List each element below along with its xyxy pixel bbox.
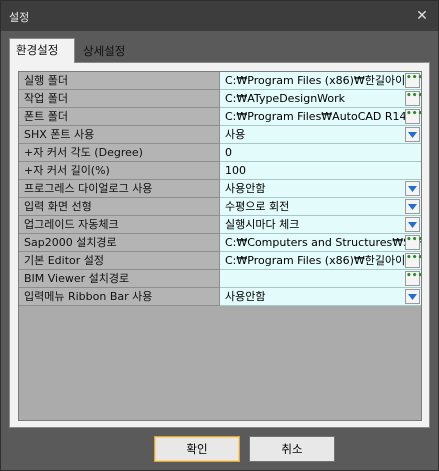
property-label: 입력메뉴 Ribbon Bar 사용	[19, 288, 220, 306]
property-value-text: 수평으로 회전	[225, 200, 290, 213]
property-value-text: 0	[225, 146, 232, 159]
tab-panel: 실행 폴더 C:₩Program Files (x86)₩한길아이E••• 작업…	[9, 62, 430, 428]
chevron-down-icon[interactable]	[405, 181, 420, 196]
ok-button[interactable]: 확인	[154, 436, 240, 462]
property-label: 입력 화면 선형	[19, 198, 220, 216]
property-label: 폰트 폴더	[19, 108, 220, 126]
chevron-down-icon[interactable]	[405, 127, 420, 142]
chevron-down-icon[interactable]	[405, 199, 420, 214]
property-row-cursor-angle: +자 커서 각도 (Degree) 0	[19, 144, 421, 162]
property-value-text: 사용안함	[225, 182, 266, 195]
chevron-down-icon[interactable]	[405, 289, 420, 304]
property-grid: 실행 폴더 C:₩Program Files (x86)₩한길아이E••• 작업…	[18, 71, 422, 421]
tab-strip: 환경설정 상세설정	[9, 38, 429, 63]
property-row-cursor-length: +자 커서 길이(%) 100	[19, 162, 421, 180]
property-value-text: 100	[225, 164, 246, 177]
property-row-ribbon-bar: 입력메뉴 Ribbon Bar 사용 사용안함	[19, 288, 421, 306]
property-row-default-editor: 기본 Editor 설정 C:₩Program Files (x86)₩한길아이…	[19, 252, 421, 270]
property-value[interactable]: C:₩Program Files (x86)₩한길아이E•••	[220, 252, 421, 270]
property-value[interactable]: •••	[220, 270, 421, 288]
title-bar: 설정 ✕	[1, 1, 438, 31]
property-value[interactable]: 사용안함	[220, 288, 421, 306]
property-value[interactable]: C:₩Program Files (x86)₩한길아이E•••	[220, 72, 421, 90]
property-row-font-folder: 폰트 폴더 C:₩Program Files₩AutoCAD R14₩I•••	[19, 108, 421, 126]
property-value[interactable]: C:₩Computers and Structures₩SAF•••	[220, 234, 421, 252]
property-value-text: 실행시마다 체크	[225, 218, 300, 231]
property-row-work-folder: 작업 폴더 C:₩ATypeDesignWork •••	[19, 90, 421, 108]
property-value[interactable]: 실행시마다 체크	[220, 216, 421, 234]
property-label: 실행 폴더	[19, 72, 220, 90]
close-icon[interactable]: ✕	[414, 8, 430, 24]
browse-button[interactable]: •••	[405, 235, 421, 250]
property-label: BIM Viewer 설치경로	[19, 270, 220, 288]
property-value-text: 사용	[225, 128, 246, 141]
property-label: 작업 폴더	[19, 90, 220, 108]
tab-detail-settings[interactable]: 상세설정	[77, 41, 149, 63]
property-label: +자 커서 길이(%)	[19, 162, 220, 180]
property-value[interactable]: 수평으로 회전	[220, 198, 421, 216]
property-value-text: C:₩Program Files (x86)₩한길아이E	[225, 254, 413, 267]
tab-environment-settings[interactable]: 환경설정	[9, 38, 75, 63]
browse-button[interactable]: •••	[405, 73, 421, 88]
property-value-text: C:₩ATypeDesignWork	[225, 92, 346, 105]
settings-dialog: 설정 ✕ 환경설정 상세설정 실행 폴더 C:₩Program Files (x…	[0, 0, 439, 471]
property-row-input-screen-mode: 입력 화면 선형 수평으로 회전	[19, 198, 421, 216]
property-value-text: 사용안함	[225, 290, 266, 303]
property-label: +자 커서 각도 (Degree)	[19, 144, 220, 162]
chevron-down-icon[interactable]	[405, 217, 420, 232]
property-value-text: C:₩Program Files (x86)₩한길아이E	[225, 74, 413, 87]
property-value[interactable]: 0	[220, 144, 421, 162]
browse-button[interactable]: •••	[405, 109, 421, 124]
property-row-shx-font: SHX 폰트 사용 사용	[19, 126, 421, 144]
property-value[interactable]: 사용	[220, 126, 421, 144]
property-row-progress-dialog: 프로그레스 다이얼로그 사용 사용안함	[19, 180, 421, 198]
property-value[interactable]: C:₩Program Files₩AutoCAD R14₩I•••	[220, 108, 421, 126]
property-value[interactable]: C:₩ATypeDesignWork •••	[220, 90, 421, 108]
property-row-bim-viewer-path: BIM Viewer 설치경로 •••	[19, 270, 421, 288]
property-value[interactable]: 100	[220, 162, 421, 180]
property-label: 기본 Editor 설정	[19, 252, 220, 270]
window-title: 설정	[9, 11, 30, 24]
property-label: SHX 폰트 사용	[19, 126, 220, 144]
browse-button[interactable]: •••	[405, 253, 421, 268]
property-row-sap2000-path: Sap2000 설치경로 C:₩Computers and Structures…	[19, 234, 421, 252]
property-label: 프로그레스 다이얼로그 사용	[19, 180, 220, 198]
property-label: Sap2000 설치경로	[19, 234, 220, 252]
property-row-exec-folder: 실행 폴더 C:₩Program Files (x86)₩한길아이E•••	[19, 72, 421, 90]
property-value-text: C:₩Computers and Structures₩SAF	[225, 236, 421, 249]
property-label: 업그레이드 자동체크	[19, 216, 220, 234]
property-value-text: C:₩Program Files₩AutoCAD R14₩I	[225, 110, 421, 123]
property-value[interactable]: 사용안함	[220, 180, 421, 198]
cancel-button[interactable]: 취소	[249, 436, 335, 462]
browse-button[interactable]: •••	[405, 271, 421, 286]
browse-button[interactable]: •••	[405, 91, 421, 106]
property-row-auto-update-check: 업그레이드 자동체크 실행시마다 체크	[19, 216, 421, 234]
